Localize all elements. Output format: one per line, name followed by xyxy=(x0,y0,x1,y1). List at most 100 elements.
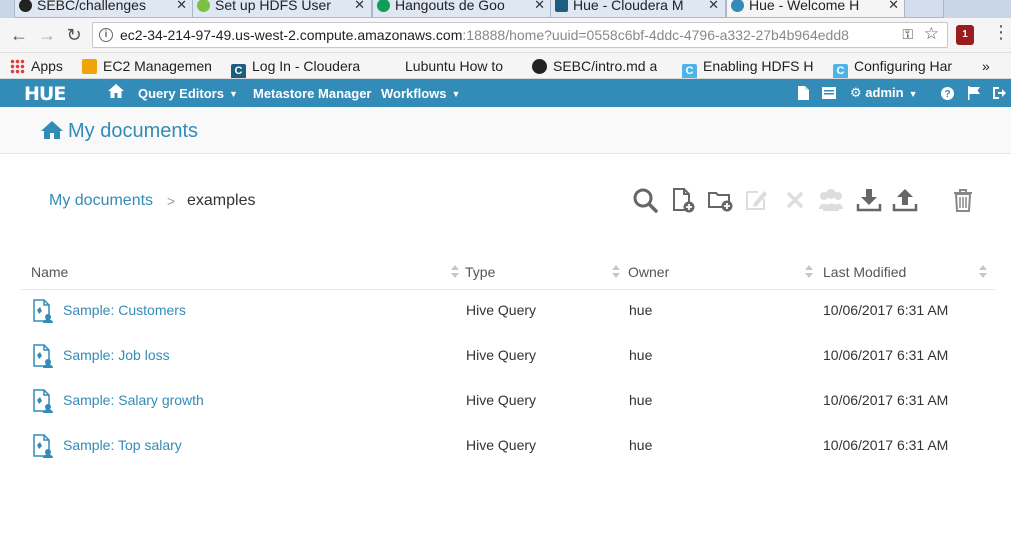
bookmark-apps[interactable]: Apps xyxy=(10,57,63,75)
table-row[interactable]: Sample: Salary growth Hive Query hue 10/… xyxy=(21,384,995,429)
help-icon[interactable]: ? xyxy=(941,87,954,100)
share-users-icon[interactable] xyxy=(816,187,846,213)
column-header-name[interactable]: Name xyxy=(31,264,68,280)
table-row[interactable]: Sample: Customers Hive Query hue 10/06/2… xyxy=(21,294,995,339)
key-icon[interactable]: ⚿ xyxy=(902,26,913,43)
bookmark-star-icon[interactable]: ☆ xyxy=(924,24,939,44)
hive-query-document-icon xyxy=(33,434,53,458)
hive-query-document-icon xyxy=(33,299,53,323)
nav-metastore-manager[interactable]: Metastore Manager xyxy=(253,86,371,101)
cloudera-icon xyxy=(555,0,568,12)
browser-tab[interactable]: Hangouts de Goo ✕ xyxy=(372,0,552,18)
search-icon[interactable] xyxy=(632,187,658,213)
chevron-down-icon: ▼ xyxy=(451,89,461,99)
delete-x-icon[interactable] xyxy=(782,187,808,213)
close-icon[interactable]: ✕ xyxy=(354,0,365,16)
browser-tab[interactable]: Set up HDFS User ✕ xyxy=(192,0,372,18)
hue-icon xyxy=(731,0,744,12)
bookmark-cloudera-login[interactable]: C Log In - Cloudera xyxy=(231,57,360,78)
column-header-owner[interactable]: Owner xyxy=(628,264,669,280)
forward-arrow-icon[interactable]: → xyxy=(36,24,58,46)
nav-query-editors[interactable]: Query Editors ▼ xyxy=(138,86,238,101)
tab-title: Set up HDFS User xyxy=(215,0,331,13)
document-type: Hive Query xyxy=(466,347,537,363)
page-header: My documents xyxy=(0,107,1011,154)
logout-icon[interactable] xyxy=(993,87,1006,99)
upload-icon[interactable] xyxy=(892,187,918,213)
nav-label: Workflows xyxy=(381,86,447,101)
table-row[interactable]: Sample: Job loss Hive Query hue 10/06/20… xyxy=(21,339,995,384)
gears-icon: ⚙ xyxy=(850,85,862,100)
bookmark-configuring[interactable]: C Configuring Har xyxy=(833,57,952,78)
trash-icon[interactable] xyxy=(950,187,976,213)
document-name-link[interactable]: Sample: Job loss xyxy=(63,347,170,363)
github-icon xyxy=(532,59,547,74)
browser-tab[interactable]: Hue - Cloudera M ✕ xyxy=(550,0,726,18)
document-icon[interactable] xyxy=(797,86,809,100)
aws-box-icon xyxy=(82,59,97,74)
document-name-link[interactable]: Sample: Top salary xyxy=(63,437,182,453)
hue-logo[interactable]: HUE xyxy=(24,83,66,105)
document-type: Hive Query xyxy=(466,302,537,318)
column-header-last-modified[interactable]: Last Modified xyxy=(823,264,906,280)
tab-title: Hue - Cloudera M xyxy=(573,0,684,13)
url-field[interactable]: i ec2-34-214-97-49.us-west-2.compute.ama… xyxy=(92,22,948,48)
bookmark-enabling-hdfs[interactable]: C Enabling HDFS H xyxy=(682,57,814,78)
tab-title: Hangouts de Goo xyxy=(395,0,505,13)
download-icon[interactable] xyxy=(856,187,882,213)
browser-menu-icon[interactable]: ⋮ xyxy=(992,22,1010,43)
close-icon[interactable]: ✕ xyxy=(534,0,545,16)
breadcrumb-current: examples xyxy=(187,192,256,209)
browser-tab[interactable]: SEBC/challenges ✕ xyxy=(14,0,194,18)
document-name-link[interactable]: Sample: Salary growth xyxy=(63,392,204,408)
hadoop-icon xyxy=(197,0,210,12)
nav-workflows[interactable]: Workflows ▼ xyxy=(381,86,460,101)
column-header-type[interactable]: Type xyxy=(465,264,495,280)
sort-icon[interactable] xyxy=(804,265,814,279)
page-title: My documents xyxy=(68,120,199,142)
sort-icon[interactable] xyxy=(978,265,988,279)
home-icon[interactable] xyxy=(107,82,125,100)
extension-icon[interactable]: 1 xyxy=(956,25,974,45)
flag-icon[interactable] xyxy=(967,86,981,100)
more-bookmarks-button[interactable]: » xyxy=(982,57,990,75)
new-folder-icon[interactable] xyxy=(707,187,733,213)
hive-query-document-icon xyxy=(33,389,53,413)
breadcrumb-root[interactable]: My documents xyxy=(49,192,153,210)
info-icon[interactable]: i xyxy=(99,28,113,42)
chevron-down-icon: ▼ xyxy=(908,89,918,99)
apps-grid-icon xyxy=(10,59,25,74)
bookmark-label: SEBC/intro.md a xyxy=(553,58,658,74)
browser-tab-active[interactable]: Hue - Welcome H ✕ xyxy=(726,0,906,18)
bookmark-label: EC2 Managemen xyxy=(103,58,212,74)
edit-icon[interactable] xyxy=(744,187,770,213)
svg-text:?: ? xyxy=(944,89,950,100)
list-icon[interactable] xyxy=(822,87,836,99)
tab-title: Hue - Welcome H xyxy=(749,0,860,13)
back-arrow-icon[interactable]: ← xyxy=(8,24,30,46)
hangouts-icon xyxy=(377,0,390,12)
url-text: ec2-34-214-97-49.us-west-2.compute.amazo… xyxy=(120,27,849,43)
bookmark-label: Lubuntu How to xyxy=(405,58,504,74)
document-type: Hive Query xyxy=(466,392,537,408)
sort-icon[interactable] xyxy=(450,265,460,279)
close-icon[interactable]: ✕ xyxy=(176,0,187,16)
bookmark-sebc-intro[interactable]: SEBC/intro.md a xyxy=(532,57,657,75)
close-icon[interactable]: ✕ xyxy=(708,0,719,16)
document-name-link[interactable]: Sample: Customers xyxy=(63,302,186,318)
document-owner: hue xyxy=(629,347,653,363)
document-owner: hue xyxy=(629,437,653,453)
sort-icon[interactable] xyxy=(611,265,621,279)
new-tab-button[interactable] xyxy=(904,0,944,18)
document-type: Hive Query xyxy=(466,437,537,453)
reload-icon[interactable]: ↻ xyxy=(63,24,85,46)
user-menu[interactable]: ⚙ admin ▼ xyxy=(850,85,918,101)
bookmark-lubuntu[interactable]: Lubuntu How to xyxy=(384,57,503,75)
cloudera-light-icon: C xyxy=(682,64,697,78)
new-document-icon[interactable] xyxy=(670,187,696,213)
document-last-modified: 10/06/2017 6:31 AM xyxy=(823,302,949,318)
documents-table-header: Name Type Owner Last Modified xyxy=(21,258,995,290)
bookmark-ec2[interactable]: EC2 Managemen xyxy=(82,57,212,75)
table-row[interactable]: Sample: Top salary Hive Query hue 10/06/… xyxy=(21,429,995,474)
close-icon[interactable]: ✕ xyxy=(888,0,899,16)
